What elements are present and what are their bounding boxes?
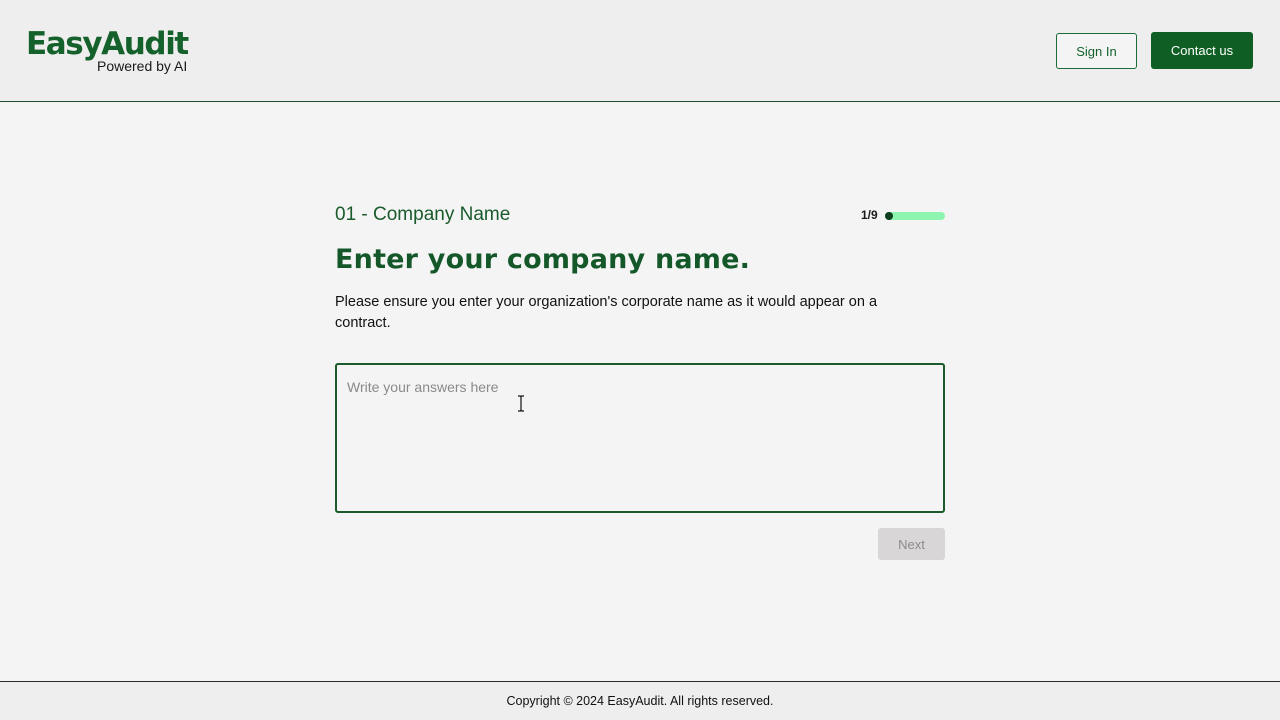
progress-counter: 1/9 <box>861 208 878 222</box>
copyright-text: Copyright © 2024 EasyAudit. All rights r… <box>506 694 774 708</box>
site-header: EasyAudit Powered by AI Sign In Contact … <box>0 0 1280 102</box>
progress-indicator <box>885 212 893 220</box>
answer-input[interactable] <box>335 363 945 513</box>
progress-bar <box>885 212 945 220</box>
logo[interactable]: EasyAudit Powered by AI <box>26 27 196 75</box>
sign-in-button[interactable]: Sign In <box>1056 33 1137 69</box>
text-cursor-icon <box>518 395 524 412</box>
question-title: Enter your company name. <box>335 244 751 275</box>
logo-name: EasyAudit <box>26 26 189 62</box>
site-footer: Copyright © 2024 EasyAudit. All rights r… <box>0 681 1280 720</box>
question-description: Please ensure you enter your organizatio… <box>335 294 878 331</box>
next-button[interactable]: Next <box>878 528 945 560</box>
contact-us-button[interactable]: Contact us <box>1151 32 1253 69</box>
step-label: 01 - Company Name <box>335 204 511 225</box>
logo-tagline: Powered by AI <box>97 58 188 74</box>
